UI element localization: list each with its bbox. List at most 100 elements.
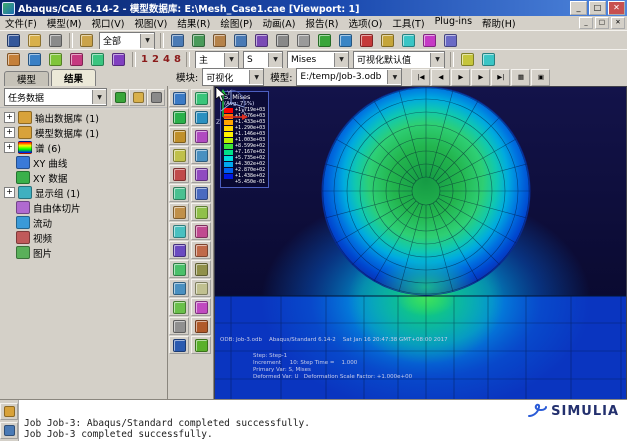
tree-item-free-body-cut[interactable]: 自由体切片 xyxy=(0,200,167,215)
tree-item-display-group[interactable]: +显示组 (1) xyxy=(0,185,167,200)
iso-view-icon[interactable] xyxy=(293,31,314,50)
menu-item-12[interactable]: 帮助(H) xyxy=(477,16,521,30)
front-view-icon[interactable] xyxy=(272,31,293,50)
probe-values-icon[interactable] xyxy=(66,50,87,69)
field-output-position-combobox[interactable]: 主 ▼ xyxy=(195,51,239,69)
menu-item-2[interactable]: 模型(M) xyxy=(42,16,87,30)
hidden-line-render-icon[interactable] xyxy=(335,31,356,50)
plot-deformed-icon[interactable] xyxy=(191,89,211,107)
field-output-variable-combobox[interactable]: S ▼ xyxy=(243,51,283,69)
tree-item-image[interactable]: 图片 xyxy=(0,245,167,260)
menu-item-5[interactable]: 结果(R) xyxy=(172,16,215,30)
animation-options-icon[interactable] xyxy=(191,222,211,240)
viewport-layout-8-button[interactable]: 8 xyxy=(172,52,183,67)
save-icon[interactable] xyxy=(3,31,24,50)
chevron-down-icon[interactable]: ▼ xyxy=(92,90,106,104)
session-data-combobox[interactable]: 任务数据 ▼ xyxy=(4,88,107,106)
allow-multiple-plot-states-icon[interactable] xyxy=(87,50,108,69)
plot-contours-undeformed-icon[interactable] xyxy=(191,108,211,126)
menu-item-10[interactable]: 工具(T) xyxy=(387,16,429,30)
module-combobox[interactable]: 可视化 ▼ xyxy=(202,68,264,86)
mdi-restore-button[interactable]: □ xyxy=(595,17,609,29)
viewport-canvas[interactable]: S, Mises (Avg: 75%) +1.719e+03+1.576e+03… xyxy=(214,86,627,400)
collapse-all-icon[interactable] xyxy=(147,89,165,106)
query-icon[interactable] xyxy=(169,279,189,297)
next-frame-button[interactable]: ▶ xyxy=(471,69,490,86)
box-zoom-tool-icon[interactable] xyxy=(230,31,251,50)
menu-item-8[interactable]: 报告(R) xyxy=(300,16,343,30)
open-icon[interactable] xyxy=(24,31,45,50)
fit-view-icon[interactable] xyxy=(251,31,272,50)
viewport-annotation-options-icon[interactable] xyxy=(169,336,189,354)
tab-model[interactable]: 模型 xyxy=(4,71,49,86)
frame-selector-icon[interactable] xyxy=(191,241,211,259)
animation-options-button[interactable]: ▣ xyxy=(531,69,550,86)
chevron-down-icon[interactable]: ▼ xyxy=(224,53,238,67)
common-plot-options-icon[interactable] xyxy=(169,146,189,164)
edit-annotation-icon[interactable] xyxy=(24,50,45,69)
message-area-icon[interactable] xyxy=(0,403,18,420)
contour-options-icon[interactable] xyxy=(457,50,478,69)
previous-frame-button[interactable]: ◀ xyxy=(431,69,450,86)
chevron-down-icon[interactable]: ▼ xyxy=(249,70,263,84)
color-code-icon[interactable] xyxy=(191,298,211,316)
tree-item-xy-plot[interactable]: XY 曲线 xyxy=(0,155,167,170)
plot-symbols-icon[interactable] xyxy=(169,127,189,145)
kernel-command-line-icon[interactable] xyxy=(0,422,18,439)
expander-icon[interactable]: + xyxy=(4,187,15,198)
expander-icon[interactable]: + xyxy=(4,127,15,138)
menu-item-11[interactable]: Plug-ins xyxy=(430,16,477,30)
shaded-render-icon[interactable] xyxy=(356,31,377,50)
first-frame-button[interactable]: |◀ xyxy=(411,69,430,86)
spectrum-manager-icon[interactable] xyxy=(478,50,499,69)
animate-scale-factor-icon[interactable] xyxy=(169,203,189,221)
menu-item-6[interactable]: 绘图(P) xyxy=(215,16,257,30)
menu-item-4[interactable]: 视图(V) xyxy=(129,16,172,30)
color-code-icon[interactable] xyxy=(419,31,440,50)
chevron-down-icon[interactable]: ▼ xyxy=(387,70,401,84)
create-annotation-icon[interactable] xyxy=(3,50,24,69)
expander-icon[interactable]: + xyxy=(4,142,15,153)
tree-item-xy-data[interactable]: XY 数据 xyxy=(0,170,167,185)
plot-material-orientation-icon[interactable] xyxy=(191,127,211,145)
visualization-options-icon[interactable] xyxy=(191,336,211,354)
query-info-icon[interactable] xyxy=(398,31,419,50)
tree-item-model-database[interactable]: +模型数据库 (1) xyxy=(0,125,167,140)
view-cut-manager-icon[interactable] xyxy=(191,165,211,183)
minimize-button[interactable]: _ xyxy=(570,1,587,15)
chevron-down-icon[interactable]: ▼ xyxy=(334,53,348,67)
tab-results[interactable]: 结果 xyxy=(51,69,96,86)
color-code-defaults-combobox[interactable]: 可视化默认值 ▼ xyxy=(353,51,445,69)
print-icon[interactable] xyxy=(45,31,66,50)
field-output-component-combobox[interactable]: Mises ▼ xyxy=(287,51,349,69)
pan-tool-icon[interactable] xyxy=(188,31,209,50)
last-frame-button[interactable]: ▶| xyxy=(491,69,510,86)
filter-icon[interactable] xyxy=(129,89,147,106)
maximize-button[interactable]: □ xyxy=(589,1,606,15)
superimpose-options-icon[interactable] xyxy=(191,146,211,164)
play-animation-button[interactable]: ▶ xyxy=(451,69,470,86)
plot-contours-deformed-icon[interactable] xyxy=(169,108,189,126)
mdi-minimize-button[interactable]: _ xyxy=(579,17,593,29)
refresh-icon[interactable] xyxy=(111,89,129,106)
wireframe-render-icon[interactable] xyxy=(314,31,335,50)
free-body-cut-icon[interactable] xyxy=(169,184,189,202)
annotation-manager-icon[interactable] xyxy=(45,50,66,69)
perspective-icon[interactable] xyxy=(377,31,398,50)
viewport-layout-1-button[interactable]: 1 xyxy=(139,52,150,67)
plot-state-icon[interactable] xyxy=(108,50,129,69)
frame-selector-button[interactable]: ▦ xyxy=(511,69,530,86)
animate-harmonic-icon[interactable] xyxy=(169,222,189,240)
tree-item-stream[interactable]: 流动 xyxy=(0,215,167,230)
text-annotation-icon[interactable] xyxy=(169,317,189,335)
plot-undeformed-icon[interactable] xyxy=(169,89,189,107)
chevron-down-icon[interactable]: ▼ xyxy=(268,53,282,67)
stream-icon[interactable] xyxy=(191,184,211,202)
probe-tool-icon[interactable] xyxy=(76,31,97,50)
tree-item-movie[interactable]: 视频 xyxy=(0,230,167,245)
chevron-down-icon[interactable]: ▼ xyxy=(430,53,444,67)
rotate-tool-icon[interactable] xyxy=(209,31,230,50)
field-output-icon[interactable] xyxy=(169,241,189,259)
viewport-layout-4-button[interactable]: 4 xyxy=(161,52,172,67)
animate-time-history-icon[interactable] xyxy=(191,203,211,221)
